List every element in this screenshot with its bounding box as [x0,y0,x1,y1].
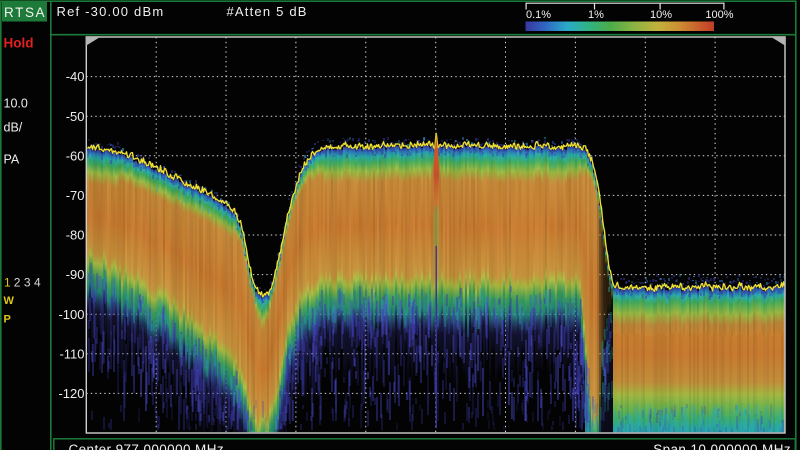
svg-text:Ref -30.00 dBm: Ref -30.00 dBm [57,4,165,19]
svg-text:Center 977.000000 MHz: Center 977.000000 MHz [69,442,225,450]
svg-text:Hold: Hold [4,36,34,51]
svg-text:-90: -90 [66,267,85,282]
svg-text:10%: 10% [650,9,672,21]
svg-text:0.1%: 0.1% [526,9,551,21]
svg-text:-50: -50 [66,109,85,124]
svg-text:PA: PA [4,153,20,167]
svg-text:-40: -40 [66,69,85,84]
svg-text:100%: 100% [705,9,733,21]
svg-text:RTSA: RTSA [4,5,46,20]
svg-text:P: P [4,314,11,326]
svg-text:Span 10.000000 MHz: Span 10.000000 MHz [653,442,791,450]
svg-text:-70: -70 [66,188,85,203]
svg-text:W: W [4,295,15,307]
svg-text:-60: -60 [66,148,85,163]
svg-text:-120: -120 [58,386,84,401]
svg-text:1: 1 [4,276,11,290]
svg-text:234: 234 [14,276,44,290]
svg-text:#Atten 5 dB: #Atten 5 dB [227,4,308,19]
svg-text:-80: -80 [66,228,85,243]
svg-text:10.0: 10.0 [4,97,28,111]
svg-text:-110: -110 [59,346,84,361]
svg-text:dB/: dB/ [4,121,23,135]
svg-text:-100: -100 [58,307,84,322]
svg-text:1%: 1% [588,9,604,21]
